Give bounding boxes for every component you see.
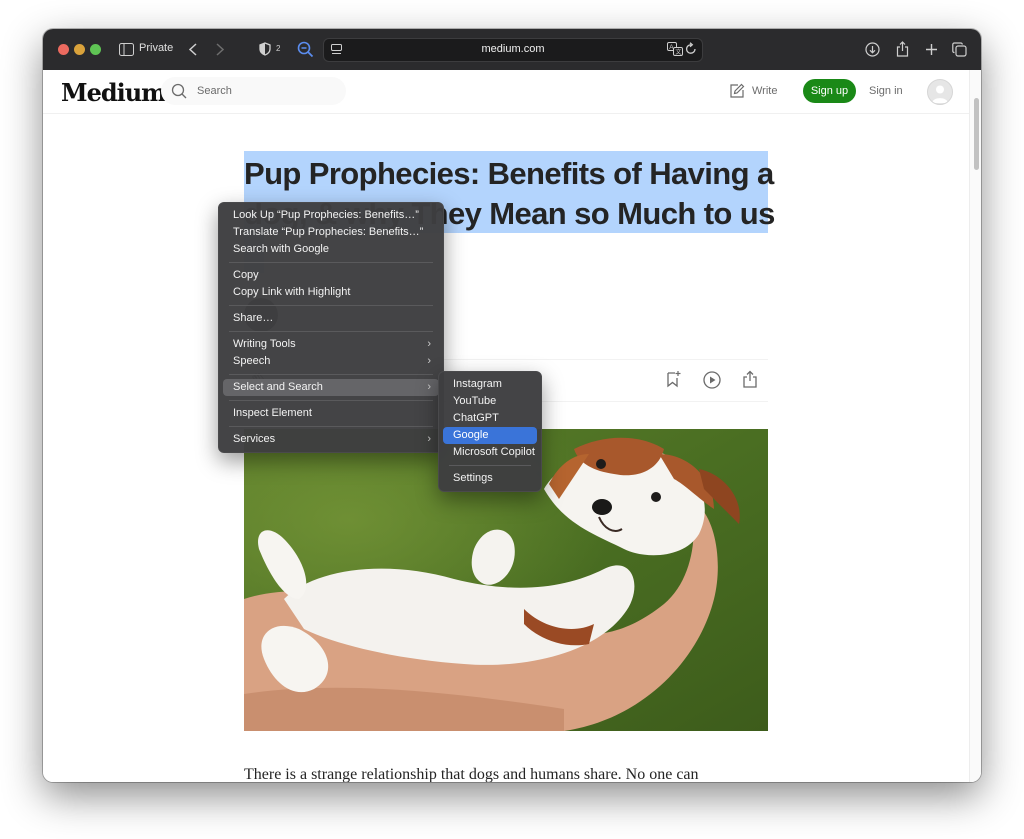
minimize-window-button[interactable]: [74, 44, 85, 55]
svg-text:文: 文: [675, 48, 681, 56]
site-header: Medium Search Write Sign up Sign in: [43, 70, 969, 114]
submenu-item-google[interactable]: Google: [443, 427, 537, 444]
submenu-item-label: Instagram: [453, 378, 502, 390]
tab-overview-icon[interactable]: [951, 40, 967, 58]
chevron-right-icon: ›: [427, 355, 431, 367]
browser-toolbar: Private 2 medium.com A文: [43, 29, 981, 70]
menu-separator: [229, 400, 433, 401]
menu-item-share[interactable]: Share…: [223, 310, 439, 327]
menu-item-speech[interactable]: Speech ›: [223, 353, 439, 370]
private-mode-label: Private: [139, 42, 174, 54]
sidebar-icon[interactable]: [118, 40, 134, 58]
tracker-count: 2: [276, 44, 281, 53]
forward-icon[interactable]: [213, 40, 227, 58]
menu-item-copy-link-with-highlight[interactable]: Copy Link with Highlight: [223, 284, 439, 301]
chevron-right-icon: ›: [427, 381, 431, 393]
search-icon: [171, 83, 187, 99]
write-icon: [730, 83, 745, 98]
reload-icon[interactable]: [685, 42, 699, 58]
submenu-item-youtube[interactable]: YouTube: [443, 393, 537, 410]
play-icon[interactable]: [702, 370, 722, 390]
submenu-item-settings[interactable]: Settings: [443, 470, 537, 487]
sign-up-button[interactable]: Sign up: [803, 79, 856, 103]
downloads-icon[interactable]: [864, 40, 880, 58]
menu-separator: [229, 374, 433, 375]
search-placeholder: Search: [197, 85, 232, 97]
page-zoom-icon[interactable]: [296, 40, 314, 58]
menu-separator: [229, 262, 433, 263]
menu-item-look-up[interactable]: Look Up “Pup Prophecies: Benefits…”: [223, 207, 439, 224]
close-window-button[interactable]: [58, 44, 69, 55]
submenu-item-label: Microsoft Copilot: [453, 446, 535, 458]
menu-item-label: Writing Tools: [233, 338, 296, 350]
submenu-item-microsoft-copilot[interactable]: Microsoft Copilot: [443, 444, 537, 461]
share-icon[interactable]: [742, 370, 760, 388]
article-body-text: There is a strange relationship that dog…: [244, 766, 699, 782]
menu-item-label: Copy Link with Highlight: [233, 286, 351, 298]
menu-item-label: Translate “Pup Prophecies: Benefits…”: [233, 226, 424, 238]
zoom-window-button[interactable]: [90, 44, 101, 55]
menu-item-label: Share…: [233, 312, 274, 324]
menu-item-translate[interactable]: Translate “Pup Prophecies: Benefits…”: [223, 224, 439, 241]
submenu-item-chatgpt[interactable]: ChatGPT: [443, 410, 537, 427]
menu-item-label: Inspect Element: [233, 407, 312, 419]
address-bar[interactable]: medium.com A文: [323, 38, 703, 62]
back-icon[interactable]: [186, 40, 200, 58]
submenu-item-label: ChatGPT: [453, 412, 499, 424]
page-scrollbar[interactable]: [969, 70, 981, 782]
submenu-item-label: YouTube: [453, 395, 497, 407]
menu-item-label: Select and Search: [233, 381, 323, 393]
bookmark-icon[interactable]: [664, 370, 682, 388]
privacy-shield-icon[interactable]: [258, 40, 272, 58]
chevron-right-icon: ›: [427, 338, 431, 350]
submenu-item-label: Google: [453, 429, 489, 441]
menu-item-copy[interactable]: Copy: [223, 267, 439, 284]
menu-item-label: Copy: [233, 269, 259, 281]
new-tab-icon[interactable]: [923, 40, 939, 58]
menu-item-writing-tools[interactable]: Writing Tools ›: [223, 336, 439, 353]
menu-item-label: Look Up “Pup Prophecies: Benefits…”: [233, 209, 419, 221]
menu-item-inspect-element[interactable]: Inspect Element: [223, 405, 439, 422]
menu-item-services[interactable]: Services ›: [223, 431, 439, 448]
menu-item-search-with-google[interactable]: Search with Google: [223, 241, 439, 258]
chevron-right-icon: ›: [427, 433, 431, 445]
menu-separator: [229, 331, 433, 332]
menu-item-label: Speech: [233, 355, 271, 367]
url-text: medium.com: [481, 43, 545, 55]
user-avatar-icon[interactable]: [927, 79, 953, 105]
menu-item-label: Search with Google: [233, 243, 329, 255]
menu-separator: [449, 465, 531, 466]
write-button[interactable]: Write: [729, 82, 777, 100]
menu-separator: [229, 305, 433, 306]
context-menu: Look Up “Pup Prophecies: Benefits…” Tran…: [218, 202, 444, 453]
search-input[interactable]: Search: [161, 77, 346, 105]
medium-logo[interactable]: Medium: [61, 78, 167, 107]
scrollbar-thumb[interactable]: [974, 98, 979, 170]
submenu-item-instagram[interactable]: Instagram: [443, 376, 537, 393]
translate-icon[interactable]: A文: [667, 42, 683, 58]
share-icon[interactable]: [894, 40, 910, 58]
sign-in-link[interactable]: Sign in: [869, 85, 903, 97]
write-label: Write: [752, 85, 778, 97]
submenu-item-label: Settings: [453, 472, 493, 484]
menu-separator: [229, 426, 433, 427]
menu-item-label: Services: [233, 433, 276, 445]
menu-item-select-and-search[interactable]: Select and Search ›: [223, 379, 439, 396]
select-and-search-submenu: Instagram YouTube ChatGPT Google Microso…: [438, 371, 542, 492]
